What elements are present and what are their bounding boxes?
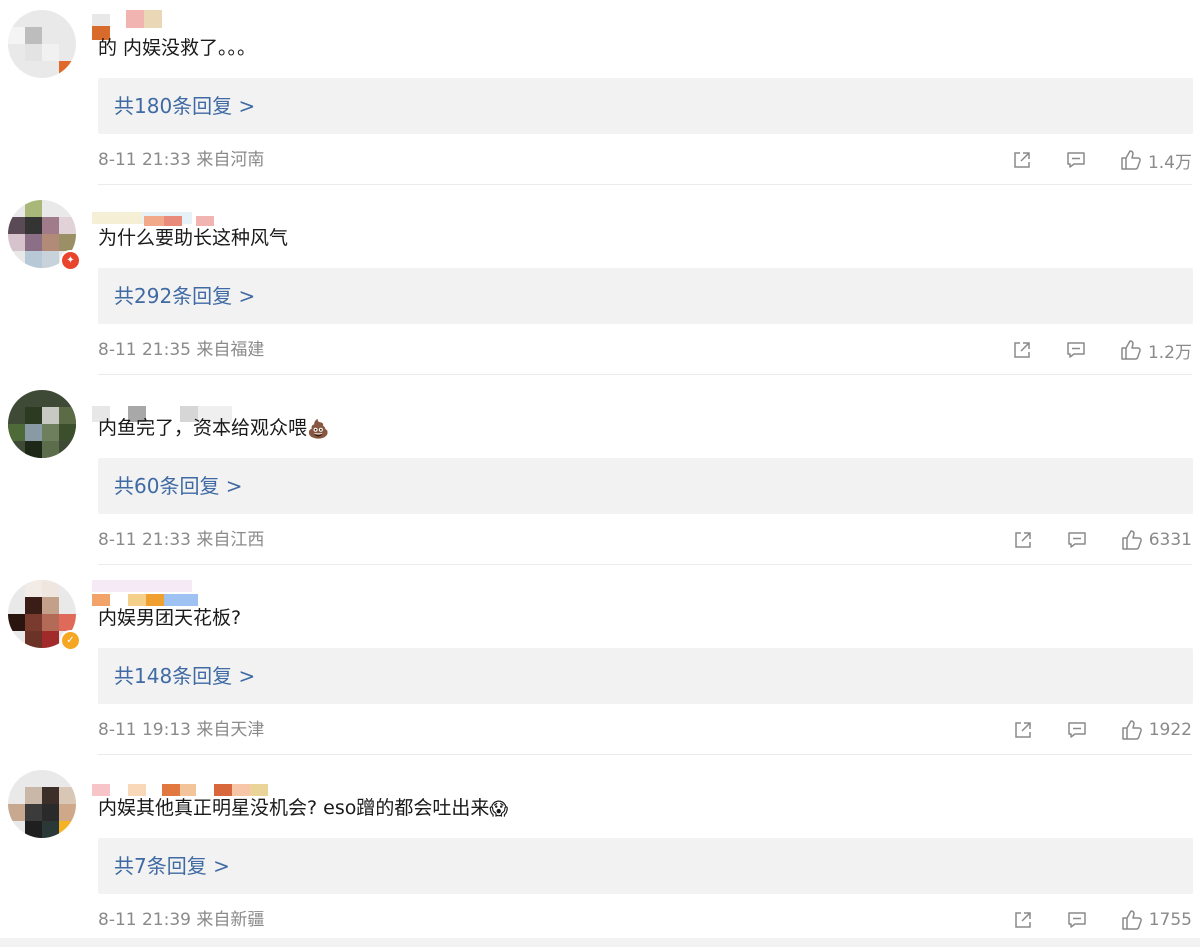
replies-label: 共292条回复 >: [114, 284, 256, 308]
username[interactable]: [92, 4, 292, 40]
like-count: 1755: [1148, 910, 1192, 930]
comment-meta: 8-11 19:13 来自天津: [98, 720, 265, 740]
divider: [98, 374, 1192, 375]
view-replies-button[interactable]: 共60条回复 >: [98, 458, 1193, 514]
comment-button[interactable]: [1067, 530, 1087, 550]
share-button[interactable]: [1013, 910, 1033, 930]
comment-text: 内娱男团天花板?: [98, 604, 241, 632]
comment-button[interactable]: [1066, 150, 1086, 170]
share-button[interactable]: [1012, 150, 1032, 170]
like-button[interactable]: 1.4万: [1120, 148, 1192, 173]
share-icon: [1014, 722, 1031, 738]
like-button[interactable]: 1.2万: [1120, 338, 1192, 363]
like-count: 1922: [1148, 720, 1192, 740]
share-button[interactable]: [1012, 340, 1032, 360]
like-count: 1.2万: [1147, 342, 1192, 363]
username[interactable]: [92, 764, 292, 796]
divider: [98, 184, 1192, 185]
avatar[interactable]: [8, 390, 76, 458]
share-icon: [1014, 912, 1031, 928]
comment-text-content: 内鱼完了，资本给观众喂: [98, 417, 308, 439]
comment-item: ✦ 为什么要助长这种风气 共292条回复 > 8-11 21:35 来自福建 1…: [0, 190, 1200, 380]
comment-icon: [1067, 532, 1086, 548]
comment-actions: 1.4万: [1012, 146, 1192, 174]
like-button[interactable]: 6331: [1121, 529, 1192, 551]
comment-item: ✓ 内娱男团天花板? 共148条回复 > 8-11 19:13 来自天津 192…: [0, 570, 1200, 760]
divider: [98, 754, 1192, 755]
like-count: 1.4万: [1147, 152, 1192, 173]
replies-label: 共7条回复 >: [114, 854, 230, 878]
comment-text-content: 内娱男团天花板?: [98, 607, 242, 629]
thumbs-up-icon: [1121, 910, 1142, 930]
view-replies-button[interactable]: 共292条回复 >: [98, 268, 1193, 324]
comment-text-content: 的 内娱没救了。。。: [98, 37, 257, 59]
comment-actions: 1922: [1013, 716, 1192, 744]
thumbs-up-icon: [1121, 720, 1142, 740]
avatar[interactable]: [8, 770, 76, 838]
comment-meta: 8-11 21:39 来自新疆: [98, 910, 265, 930]
comment-meta: 8-11 21:33 来自河南: [98, 150, 265, 170]
comment-item: 内鱼完了，资本给观众喂💩 共60条回复 > 8-11 21:33 来自江西 63…: [0, 380, 1200, 570]
like-button[interactable]: 1922: [1121, 719, 1192, 741]
username[interactable]: [92, 384, 292, 422]
username[interactable]: [92, 194, 292, 226]
verified-badge-icon: ✦: [60, 250, 81, 271]
comment-text: 为什么要助长这种风气: [98, 224, 288, 252]
share-button[interactable]: [1013, 530, 1033, 550]
comment-meta: 8-11 21:35 来自福建: [98, 340, 265, 360]
comment-text-content: 内娱其他真正明星没机会? eso蹭的都会吐出来: [98, 797, 490, 819]
replies-label: 共60条回复 >: [114, 474, 243, 498]
comment-button[interactable]: [1067, 720, 1087, 740]
replies-label: 共180条回复 >: [114, 94, 256, 118]
comment-icon: [1067, 152, 1085, 168]
thumbs-up-icon: [1121, 340, 1141, 360]
view-replies-button[interactable]: 共7条回复 >: [98, 838, 1193, 894]
comment-icon: [1067, 722, 1086, 738]
poop-emoji-icon: 💩: [307, 419, 330, 440]
comment-text: 内娱其他真正明星没机会? eso蹭的都会吐出来😱: [98, 794, 508, 824]
replies-label: 共148条回复 >: [114, 664, 256, 688]
divider: [98, 564, 1192, 565]
avatar[interactable]: [8, 10, 76, 78]
comment-item: 内娱其他真正明星没机会? eso蹭的都会吐出来😱 共7条回复 > 8-11 21…: [0, 760, 1200, 950]
share-icon: [1014, 152, 1030, 168]
thumbs-up-icon: [1121, 530, 1142, 550]
thumbs-up-icon: [1121, 150, 1141, 170]
comment-text: 的 内娱没救了。。。: [98, 34, 256, 62]
verified-badge-icon: ✓: [60, 630, 81, 651]
comment-actions: 6331: [1013, 526, 1192, 554]
comment-item: 的 内娱没救了。。。 共180条回复 > 8-11 21:33 来自河南 1.4…: [0, 0, 1200, 190]
username[interactable]: [92, 574, 292, 606]
like-count: 6331: [1148, 530, 1192, 550]
comment-meta: 8-11 21:33 来自江西: [98, 530, 265, 550]
view-replies-button[interactable]: 共180条回复 >: [98, 78, 1193, 134]
share-icon: [1014, 532, 1031, 548]
share-icon: [1014, 342, 1030, 358]
comment-actions: 1.2万: [1012, 336, 1192, 364]
view-replies-button[interactable]: 共148条回复 >: [98, 648, 1193, 704]
scream-emoji-icon: 😱: [489, 799, 509, 820]
comment-button[interactable]: [1066, 340, 1086, 360]
comment-icon: [1067, 912, 1086, 928]
comment-text-content: 为什么要助长这种风气: [98, 227, 289, 249]
share-button[interactable]: [1013, 720, 1033, 740]
page-bottom-strip: [0, 938, 1200, 947]
comment-actions: 1755: [1013, 906, 1192, 934]
comment-button[interactable]: [1067, 910, 1087, 930]
comment-text: 内鱼完了，资本给观众喂💩: [98, 414, 329, 444]
like-button[interactable]: 1755: [1121, 909, 1192, 931]
comment-icon: [1067, 342, 1085, 358]
